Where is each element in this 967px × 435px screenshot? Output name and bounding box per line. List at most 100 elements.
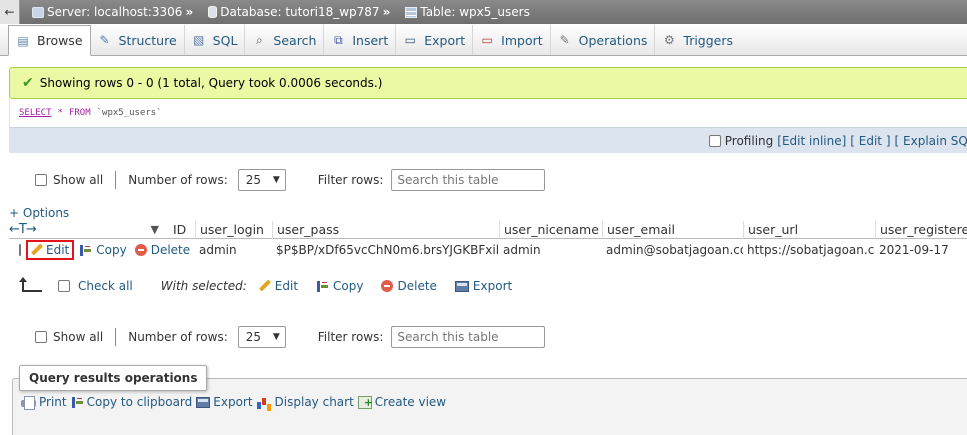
breadcrumb-server-label: Server: localhost:3306 (47, 5, 183, 19)
tab-bar: ▤ Browse ✎ Structure ▧ SQL ⌕ Search ⧉ In… (0, 24, 967, 56)
show-all-checkbox[interactable] (35, 331, 47, 343)
copy-icon (316, 280, 329, 293)
number-of-rows-label: Number of rows: (128, 330, 228, 344)
tab-insert[interactable]: ⧉ Insert (324, 25, 397, 55)
sort-down-icon[interactable]: ▼ (151, 223, 159, 236)
bulk-delete-button[interactable]: Delete (381, 279, 437, 293)
column-header-user-registered[interactable]: user_registered (875, 220, 967, 239)
tab-triggers[interactable]: ⚙ Triggers (655, 25, 740, 55)
sql-icon: ▧ (193, 33, 205, 47)
server-icon (32, 6, 44, 18)
cell-user-nicename[interactable]: admin (499, 243, 602, 257)
filter-rows-label: Filter rows: (317, 330, 384, 344)
tab-label: Import (501, 32, 543, 48)
row-actions: Edit Copy Delete 1 (9, 240, 195, 260)
row-delete-button[interactable]: Delete (134, 243, 190, 257)
column-header-id[interactable]: ID (169, 221, 195, 239)
export-link[interactable]: Export (196, 395, 253, 409)
divider (115, 328, 117, 346)
bulk-edit-button[interactable]: Edit (259, 279, 298, 293)
sql-query-box[interactable]: SELECT * FROM `wpx5_users` (9, 99, 967, 127)
print-link[interactable]: Print (21, 395, 67, 410)
notice-text: Showing rows 0 - 0 (1 total, Query took … (39, 76, 383, 90)
tab-export[interactable]: ▭ Export (396, 25, 474, 55)
breadcrumb-database[interactable]: Database: tutori18_wp787 (208, 5, 380, 19)
filter-rows-label: Filter rows: (317, 173, 384, 187)
tab-label: Search (273, 32, 317, 48)
tab-label: Triggers (683, 32, 734, 48)
tab-label: Export (424, 32, 466, 48)
tab-operations[interactable]: ✎ Operations (551, 25, 656, 55)
row-checkbox[interactable] (19, 244, 21, 256)
breadcrumb-table-label: Table: wpx5_users (420, 5, 530, 19)
tab-import[interactable]: ▭ Import (473, 25, 551, 55)
cell-user-registered[interactable]: 2021-09-17 (875, 243, 967, 257)
copy-icon (71, 396, 84, 409)
explain-sql-link[interactable]: [ Explain SQL ] (895, 134, 967, 148)
tab-sql[interactable]: ▧ SQL (185, 25, 246, 55)
create-view-link[interactable]: Create view (357, 395, 447, 409)
profiling-bar: Profiling [Edit inline] [ Edit ] [ Expla… (9, 127, 967, 153)
cell-user-login[interactable]: admin (195, 243, 272, 257)
cell-user-email[interactable]: admin@sobatjagoan.com (602, 243, 743, 257)
bulk-edit-label: Edit (274, 279, 299, 293)
breadcrumb-separator: » (382, 5, 391, 19)
tab-browse[interactable]: ▤ Browse (8, 25, 91, 56)
with-selected-label: With selected: (160, 279, 247, 293)
query-results-operations-actions: Print Copy to clipboard Export Display c… (21, 393, 446, 411)
copy-to-clipboard-link[interactable]: Copy to clipboard (71, 395, 193, 409)
row-copy-button[interactable]: Copy (79, 243, 127, 257)
bulk-export-button[interactable]: Export (454, 279, 512, 293)
copy-to-clipboard-label: Copy to clipboard (86, 395, 193, 409)
printer-icon (21, 395, 36, 410)
breadcrumb-server[interactable]: Server: localhost:3306 (32, 5, 182, 19)
cell-user-url[interactable]: https://sobatjagoan.com (743, 243, 875, 257)
column-header-user-pass[interactable]: user_pass (272, 220, 499, 239)
results-table: ←T→ ▼ ID user_login user_pass user_nicen… (9, 220, 967, 261)
back-arrow-button[interactable]: ← (0, 0, 20, 24)
tab-label: Structure (118, 32, 177, 48)
number-of-rows-select[interactable]: 25 ▼ (237, 169, 286, 191)
number-of-rows-label: Number of rows: (128, 173, 228, 187)
tab-structure[interactable]: ✎ Structure (91, 25, 185, 55)
row-edit-button[interactable]: Edit (26, 240, 75, 260)
column-header-user-login[interactable]: user_login (195, 220, 272, 239)
column-header-user-url[interactable]: user_url (743, 220, 875, 239)
options-link[interactable]: + Options (9, 206, 69, 220)
bulk-copy-button[interactable]: Copy (316, 279, 363, 293)
sql-table-name: `wpx5_users` (96, 108, 162, 118)
edit-inline-link[interactable]: [Edit inline] (777, 134, 846, 148)
show-all-checkbox[interactable] (35, 174, 47, 186)
bulk-delete-label: Delete (397, 279, 437, 293)
filter-rows-input[interactable] (391, 326, 546, 348)
create-view-label: Create view (374, 395, 447, 409)
triggers-icon: ⚙ (664, 33, 675, 47)
header-actions: ←T→ ▼ (9, 221, 169, 239)
breadcrumb-table[interactable]: Table: wpx5_users (405, 5, 530, 19)
delete-icon (381, 280, 394, 292)
browse-icon: ▤ (17, 33, 29, 48)
table-row: Edit Copy Delete 1 admin $P$BP/xDf65vcCh… (9, 239, 967, 261)
chevron-down-icon: ▼ (272, 332, 280, 342)
sql-select-keyword[interactable]: SELECT (19, 108, 52, 118)
create-view-icon (357, 395, 373, 409)
query-results-operations-legend: Query results operations (19, 365, 208, 391)
check-all-label[interactable]: Check all (78, 279, 133, 293)
cell-user-pass[interactable]: $P$BP/xDf65vcChN0m6.brsYJGKBFxila0 (272, 243, 499, 257)
edit-link[interactable]: [ Edit ] (850, 134, 890, 148)
display-chart-link[interactable]: Display chart (256, 395, 354, 409)
check-all-checkbox[interactable] (58, 280, 70, 292)
tab-label: Operations (578, 32, 648, 48)
import-icon: ▭ (481, 33, 493, 47)
profiling-checkbox[interactable] (708, 134, 721, 147)
column-header-user-email[interactable]: user_email (602, 220, 743, 239)
tab-search[interactable]: ⌕ Search (245, 25, 325, 55)
chevron-down-icon: ▼ (272, 175, 280, 185)
filter-rows-input[interactable] (391, 169, 546, 191)
column-header-user-nicename[interactable]: user_nicename (499, 220, 602, 239)
number-of-rows-select[interactable]: 25 ▼ (237, 326, 286, 348)
bulk-copy-label: Copy (333, 279, 364, 293)
number-of-rows-value: 25 (245, 173, 262, 187)
column-arrows-icon[interactable]: ←T→ (9, 222, 37, 237)
navigation-bottom: Show all Number of rows: 25 ▼ Filter row… (35, 325, 546, 349)
